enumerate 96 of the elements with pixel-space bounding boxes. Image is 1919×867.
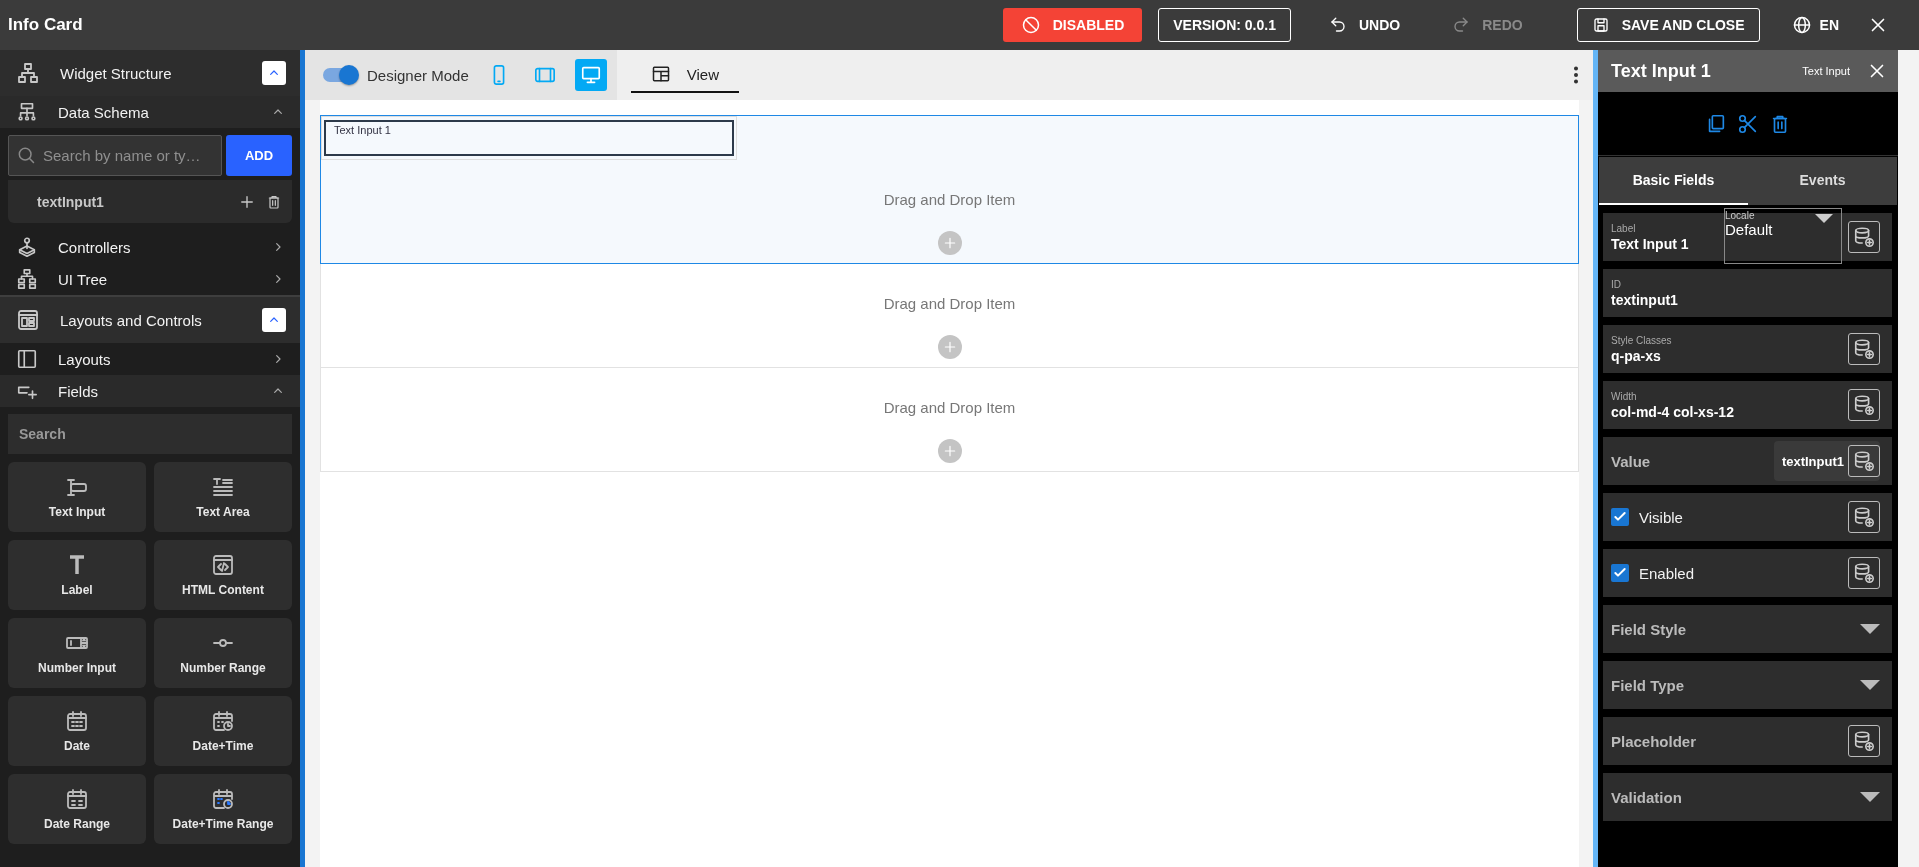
block-icon — [1020, 15, 1041, 35]
locale-select[interactable]: Locale Default — [1724, 208, 1842, 264]
delete-icon[interactable] — [266, 193, 282, 210]
panel-title: Text Input 1 — [1611, 60, 1712, 82]
caret-down-icon[interactable] — [1860, 680, 1880, 690]
field-label: Label — [1611, 222, 1637, 234]
caret-down-icon[interactable] — [1860, 624, 1880, 634]
calendar-range-icon — [65, 787, 89, 811]
checkbox-label: Visible — [1639, 508, 1684, 526]
device-button[interactable] — [574, 59, 607, 91]
drop-hint: Drag and Drop Item — [883, 191, 1016, 208]
undo-icon — [1328, 16, 1347, 34]
widget-type: Text Input — [1802, 65, 1850, 77]
bound-value: textInput1 — [1781, 453, 1844, 469]
widget-card[interactable]: Date Range — [8, 774, 146, 844]
data-binding-button[interactable] — [1848, 725, 1880, 757]
checkbox[interactable] — [1611, 564, 1629, 582]
calendar-clock-icon — [211, 787, 235, 811]
scissors-icon[interactable] — [1737, 112, 1759, 135]
section-title[interactable]: Layouts — [58, 350, 250, 368]
status-button[interactable]: DISABLED — [1002, 8, 1143, 42]
database-add-icon — [1853, 730, 1875, 752]
language-button[interactable]: EN — [1777, 8, 1853, 42]
drop-zone[interactable]: Text Input 1 Drag and Drop Item — [320, 115, 1579, 264]
database-add-icon — [1853, 506, 1875, 528]
database-add-icon — [1853, 562, 1875, 584]
field-value[interactable]: q-pa-xs — [1611, 347, 1842, 364]
widget-card[interactable]: Date+Time — [154, 696, 292, 766]
drop-hint: Drag and Drop Item — [883, 399, 1016, 416]
field-value[interactable]: Text Input 1 — [1611, 235, 1718, 252]
drop-zone[interactable]: Drag and Drop Item — [320, 367, 1579, 472]
field-value[interactable]: col-md-4 col-xs-12 — [1611, 403, 1842, 420]
designer-mode-toggle[interactable]: Designer Mode — [323, 66, 469, 84]
database-add-icon — [1853, 450, 1875, 472]
caret-down-icon[interactable] — [1860, 792, 1880, 802]
checkbox[interactable] — [1611, 508, 1629, 526]
search-field[interactable]: Search by name or ty… — [8, 135, 222, 176]
sitemap-icon — [16, 61, 40, 85]
field-label: Placeholder — [1611, 732, 1698, 750]
search-icon — [16, 145, 36, 165]
database-add-icon — [1853, 338, 1875, 360]
widget-card[interactable]: Number Range — [154, 618, 292, 688]
widget-card[interactable]: Label — [8, 540, 146, 610]
collapse-button[interactable] — [262, 61, 286, 85]
field-value[interactable]: textinput1 — [1611, 291, 1880, 308]
text-input-widget[interactable]: Text Input 1 — [324, 120, 734, 156]
data-binding-button[interactable] — [1848, 557, 1880, 589]
save-icon — [1591, 16, 1610, 34]
panel-icon — [16, 348, 38, 370]
text-area-icon — [211, 475, 235, 499]
scrollbar[interactable] — [1898, 50, 1919, 867]
widget-card[interactable]: Number Input — [8, 618, 146, 688]
calendar-icon — [65, 709, 89, 733]
app-title: Info Card — [8, 15, 84, 35]
panel-tab[interactable]: Basic Fields — [1599, 157, 1748, 205]
data-binding-button[interactable] — [1848, 389, 1880, 421]
data-binding-button[interactable] — [1848, 333, 1880, 365]
section-title[interactable]: UI Tree — [58, 270, 250, 288]
section-title[interactable]: Controllers — [58, 238, 250, 256]
widget-card[interactable]: Text Input — [8, 462, 146, 532]
globe-icon — [1791, 15, 1812, 35]
save-button[interactable]: SAVE AND CLOSE — [1576, 8, 1760, 42]
drop-zone[interactable]: Drag and Drop Item — [320, 263, 1579, 368]
layout-window-icon — [650, 64, 671, 84]
calendar-clock-icon — [211, 709, 235, 733]
field-label: ID — [1611, 278, 1622, 290]
redo-icon — [1452, 16, 1471, 34]
add-button[interactable]: ADD — [226, 135, 292, 176]
layout-icon — [16, 308, 40, 332]
view-tab[interactable]: View — [630, 57, 739, 93]
widget-card[interactable]: Date — [8, 696, 146, 766]
code-window-icon — [211, 553, 235, 577]
widget-card[interactable]: HTML Content — [154, 540, 292, 610]
widget-card[interactable]: Date+Time Range — [154, 774, 292, 844]
panel-tab[interactable]: Events — [1748, 157, 1897, 205]
data-binding-button[interactable] — [1848, 445, 1880, 477]
search-field[interactable]: Search — [8, 414, 292, 454]
database-add-icon — [1853, 394, 1875, 416]
undo-button[interactable]: UNDO — [1314, 8, 1415, 42]
switch[interactable] — [323, 68, 357, 82]
field-label: Value — [1611, 452, 1652, 470]
schema-icon — [16, 101, 38, 123]
collapse-button[interactable] — [262, 308, 286, 332]
data-binding-button[interactable] — [1848, 221, 1880, 253]
checkbox-label: Enabled — [1639, 564, 1696, 582]
caret-down-icon — [1815, 214, 1833, 223]
field-label: Width — [1611, 390, 1638, 402]
version-button[interactable]: VERSION: 0.0.1 — [1158, 8, 1291, 42]
field-label: Style Classes — [1611, 334, 1673, 346]
widget-card[interactable]: Text Area — [154, 462, 292, 532]
joystick-icon — [16, 236, 38, 258]
monitor-icon — [579, 64, 602, 86]
data-binding-button[interactable] — [1848, 501, 1880, 533]
database-add-icon — [1853, 226, 1875, 248]
tree-icon — [16, 268, 38, 290]
drop-hint: Drag and Drop Item — [883, 295, 1016, 312]
